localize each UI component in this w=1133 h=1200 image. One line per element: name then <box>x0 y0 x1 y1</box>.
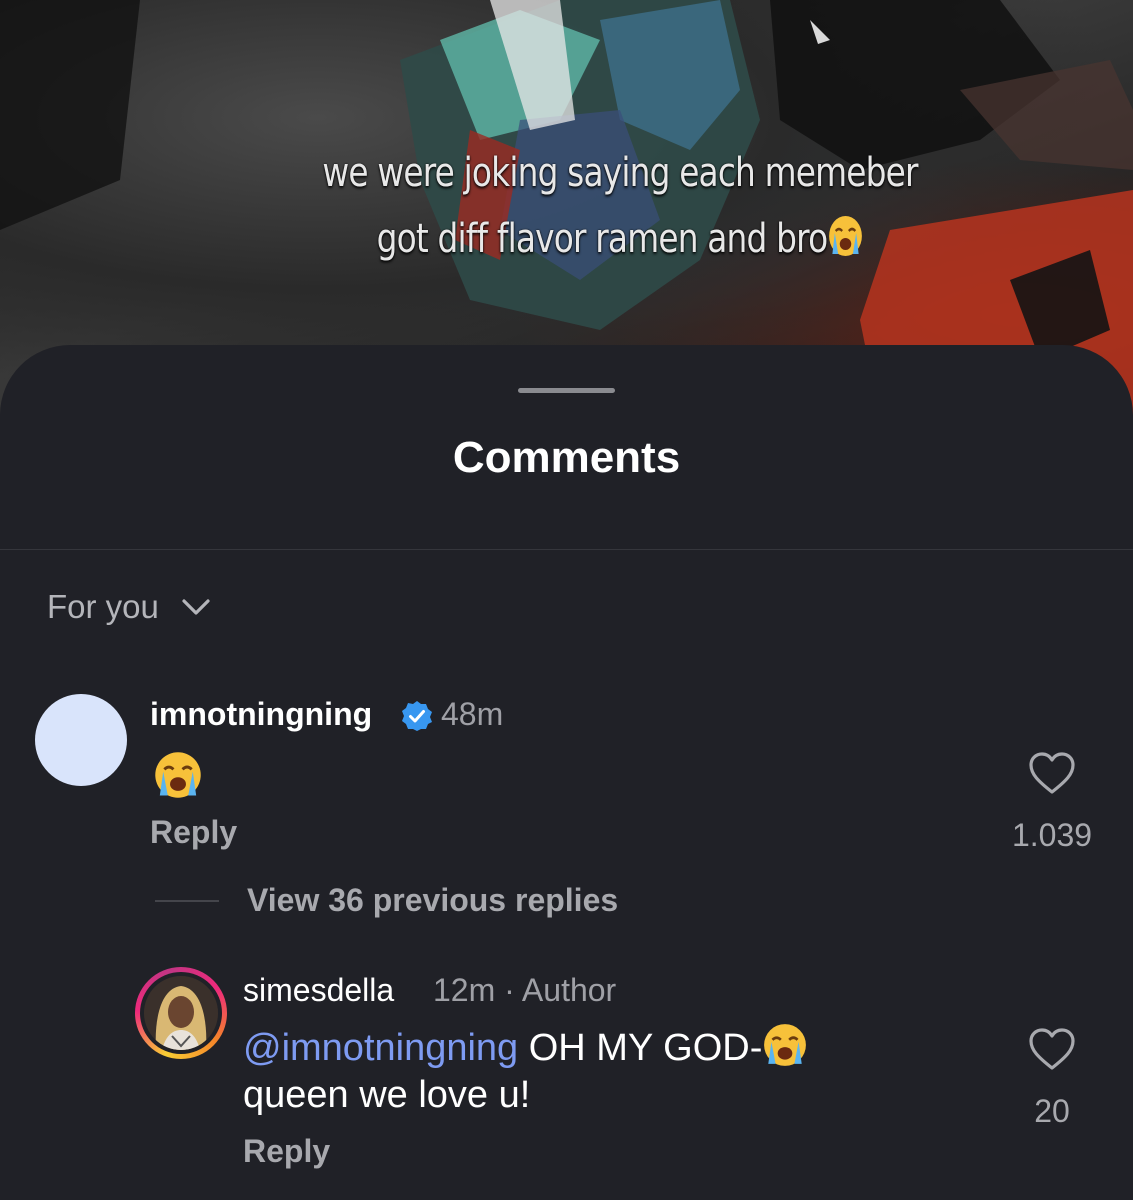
comment-like-count: 1.039 <box>1011 817 1093 853</box>
reply-like-count: 20 <box>1034 1093 1070 1129</box>
sort-filter-dropdown[interactable]: For you <box>47 588 211 626</box>
avatar-photo <box>144 976 218 1050</box>
commenter-avatar[interactable] <box>35 694 127 786</box>
sort-filter-label: For you <box>47 588 159 625</box>
reply-meta: 12m · Author <box>433 972 616 1009</box>
reply-reply-button[interactable]: Reply <box>243 1133 330 1170</box>
comments-sheet: Comments For you imnotningning 48m Reply… <box>0 345 1133 1200</box>
caption-line-1: we were joking saying each memeber <box>322 150 918 196</box>
reply-text-part1: OH MY GOD- <box>528 1027 763 1069</box>
sheet-drag-handle[interactable] <box>518 388 615 393</box>
comment-reply-button[interactable]: Reply <box>150 814 237 851</box>
comment-timestamp: 48m <box>441 696 504 732</box>
author-badge: Author <box>521 972 617 1008</box>
heart-like-icon[interactable] <box>1028 1027 1076 1071</box>
reply-text-part2: queen we love u! <box>243 1074 531 1116</box>
crying-face-emoji-icon <box>764 1024 807 1066</box>
sheet-title: Comments <box>452 433 681 482</box>
comment-username[interactable]: imnotningning <box>150 696 372 733</box>
replies-thread-line <box>155 899 219 902</box>
reply-timestamp: 12m <box>433 972 496 1008</box>
meta-separator: · <box>504 972 515 1008</box>
header-divider <box>0 549 1133 550</box>
caption-line-2-text: got diff flavor ramen and bro <box>376 216 829 262</box>
user-mention-link[interactable]: @imnotningning <box>243 1027 518 1069</box>
view-replies-label: View 36 previous replies <box>247 882 619 918</box>
reply-text: @imnotningning OH MY GOD- queen we love … <box>243 1022 943 1119</box>
heart-like-icon[interactable] <box>1028 751 1076 795</box>
chevron-down-icon <box>182 599 210 615</box>
reply-author-avatar[interactable] <box>135 967 227 1059</box>
verified-badge-icon <box>402 701 432 731</box>
crying-face-emoji-icon <box>155 752 201 798</box>
video-caption: we were joking saying each memeber got d… <box>300 140 940 272</box>
view-previous-replies-button[interactable]: View 36 previous replies <box>155 882 618 919</box>
crying-face-emoji-icon <box>828 216 862 256</box>
reply-username[interactable]: simesdella <box>243 972 394 1009</box>
caption-line-2: got diff flavor ramen and bro <box>300 206 940 272</box>
